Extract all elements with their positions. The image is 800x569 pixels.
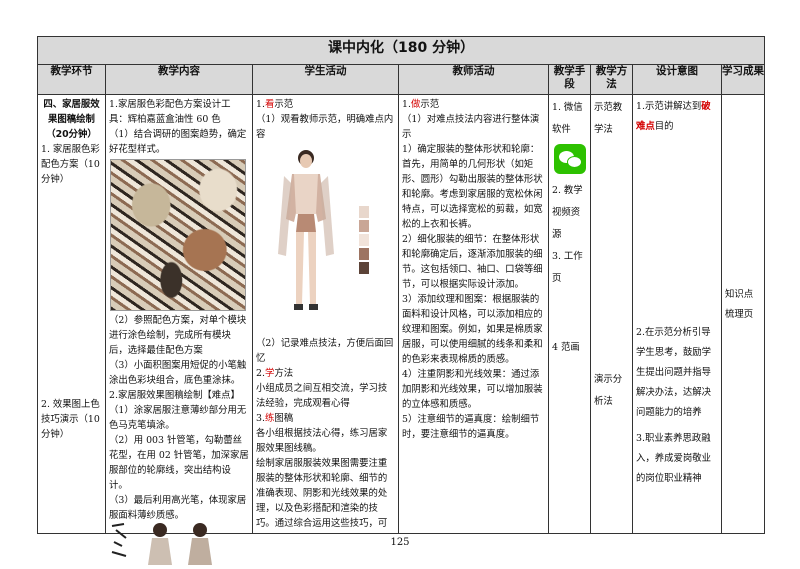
color-swatch bbox=[359, 248, 369, 260]
teacher-line: 2）细化服装的细节：在整体形状和轮廓确定后，逐渐添加服装的细节。这包括领口、袖口… bbox=[402, 234, 543, 290]
lesson-plan-page: 课中内化（180 分钟） 教学环节 教学内容 学生活动 教师活动 教学手段 教学… bbox=[0, 0, 800, 565]
intent-item-3: 3.职业素养思政融入，养成爱岗敬业的岗位职业精神 bbox=[636, 433, 712, 484]
content-line: （3）小面积图案用短促的小笔触涂出色彩块组合，底色重涂抹。 bbox=[109, 360, 247, 386]
activity-heading-watch: 1.看示范 bbox=[256, 99, 294, 110]
teacher-heading-demo: 1.做示范 bbox=[402, 99, 440, 110]
header-teacher-activity: 教师活动 bbox=[398, 64, 549, 95]
color-swatch bbox=[359, 206, 369, 218]
means-cell: 1. 微信软件 2. 教学视频资源 3. 工作页 4 范画 bbox=[548, 94, 591, 534]
method-item: 示范教学法 bbox=[594, 102, 623, 135]
color-swatch bbox=[359, 262, 369, 274]
means-item: 1. 微信软件 bbox=[552, 102, 583, 135]
method-item: 演示分析法 bbox=[594, 374, 623, 407]
table-title: 课中内化（180 分钟） bbox=[36, 36, 766, 65]
section-title: 四、家居服效果图稿绘制（20分钟） bbox=[43, 99, 100, 140]
fashion-illustration-image bbox=[256, 144, 396, 334]
method-cell: 示范教学法 演示分析法 bbox=[590, 94, 633, 534]
activity-line: （2）记录难点技法，方便后面回忆 bbox=[256, 338, 394, 364]
means-item: 3. 工作页 bbox=[552, 251, 583, 284]
wechat-icon bbox=[554, 144, 586, 174]
color-swatch bbox=[359, 220, 369, 232]
activity-line: 各小组根据技法心得，练习居家服效果图线稿。 bbox=[256, 428, 388, 454]
content-line: （2）参照配色方案，对单个模块进行涂色绘制，完成所有模块后，选择最佳配色方案 bbox=[109, 315, 247, 356]
teacher-activity-cell: 1.做示范 （1）对难点技法内容进行整体演示 1）确定服装的整体形状和轮廓：首先… bbox=[398, 94, 549, 534]
teacher-line: 4）注重阴影和光线效果：通过添加阴影和光线效果，可以增加服装的立体感和质感。 bbox=[402, 369, 543, 410]
content-line: （2）用 003 针管笔，勾勒蕾丝花型，在用 02 针管笔，加深家居服部位的轮廓… bbox=[109, 435, 249, 491]
stage-item-1: 1. 家居服色彩配色方案（10分钟） bbox=[41, 144, 100, 185]
header-student-activity: 学生活动 bbox=[252, 64, 399, 95]
content-line: （1）结合调研的图案趋势，确定好花型样式。 bbox=[109, 129, 247, 155]
teacher-line: 5）注意细节的逼真度：绘制细节时，要注意细节的逼真度。 bbox=[402, 414, 540, 440]
page-number: 125 bbox=[390, 537, 410, 548]
activity-line: 小组成员之间互相交流，学习技法经验，完成观看心得 bbox=[256, 383, 388, 409]
header-stage: 教学环节 bbox=[37, 64, 106, 95]
activity-line: 绘制家居服服装效果图需要注重服装的整体形状和轮廓、细节的准确表现、阴影和光线效果… bbox=[256, 458, 388, 529]
content-line: （1）涂家居服注意薄纱部分用无色马克笔填涂。 bbox=[109, 405, 247, 431]
activity-line: （1）观看教师示范，明确难点内容 bbox=[256, 114, 394, 140]
header-outcome: 学习成果 bbox=[720, 64, 766, 95]
header-method: 教学方法 bbox=[590, 64, 633, 95]
content-line: 1.家居服色彩配色方案设计工具：辉柏嘉蓝盒油性 60 色 bbox=[109, 99, 231, 125]
outcome-cell: 知识点梳理页 bbox=[720, 94, 766, 534]
floral-pattern-image bbox=[110, 159, 246, 311]
header-means: 教学手段 bbox=[548, 64, 591, 95]
intent-item-2: 2.在示范分析引导学生思考，鼓励学生提出问题并指导解决办法，达解决问题能力的培养 bbox=[636, 327, 712, 418]
stage-cell: 四、家居服效果图稿绘制（20分钟） 1. 家居服色彩配色方案（10分钟） 2. … bbox=[37, 94, 106, 534]
intent-item-1: 1.示范讲解达到破难点目的 bbox=[636, 101, 711, 132]
lesson-plan-table: 课中内化（180 分钟） 教学环节 教学内容 学生活动 教师活动 教学手段 教学… bbox=[36, 36, 766, 534]
content-cell: 1.家居服色彩配色方案设计工具：辉柏嘉蓝盒油性 60 色 （1）结合调研的图案趋… bbox=[105, 94, 253, 534]
student-activity-cell: 1.看示范 （1）观看教师示范，明确难点内容 （2）记录难点技法，方便后面回忆 … bbox=[252, 94, 399, 534]
means-item: 4 范画 bbox=[552, 342, 580, 353]
content-line: 2.家居服效果图稿绘制【难点】 bbox=[109, 390, 240, 401]
activity-heading-learn: 2.学方法 bbox=[256, 368, 294, 379]
activity-heading-practice: 3.练图稿 bbox=[256, 413, 294, 424]
means-item: 2. 教学视频资源 bbox=[552, 185, 583, 240]
stage-item-2: 2. 效果图上色技巧演示（10分钟） bbox=[41, 399, 100, 440]
teacher-line: 3）添加纹理和图案：根据服装的面料和设计风格，可以添加相应的纹理和图案。例如，如… bbox=[402, 294, 543, 365]
design-intent-cell: 1.示范讲解达到破难点目的 2.在示范分析引导学生思考，鼓励学生提出问题并指导解… bbox=[632, 94, 722, 534]
header-content: 教学内容 bbox=[105, 64, 253, 95]
color-swatch bbox=[359, 234, 369, 246]
teacher-line: 1）确定服装的整体形状和轮廓：首先，用简单的几何形状（如矩形、圆形）勾勒出服装的… bbox=[402, 144, 543, 230]
teacher-line: （1）对难点技法内容进行整体演示 bbox=[402, 114, 540, 140]
header-design-intent: 设计意图 bbox=[632, 64, 722, 95]
outcome-item: 知识点梳理页 bbox=[725, 289, 754, 320]
